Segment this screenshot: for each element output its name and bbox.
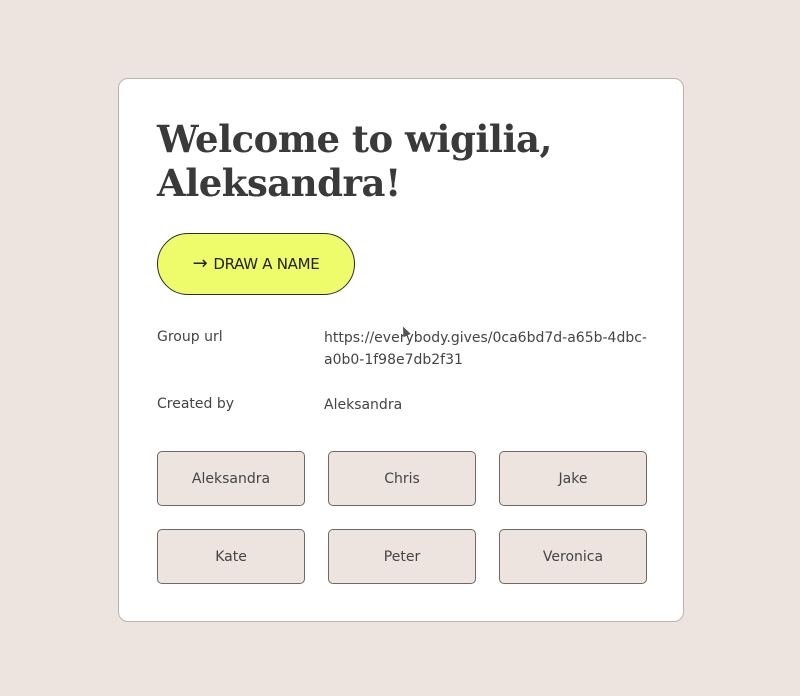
member-tile-aleksandra[interactable]: Aleksandra [157,451,305,506]
welcome-card: Welcome to wigilia, Aleksandra! → DRAW A… [118,78,684,622]
created-by-label: Created by [157,396,235,412]
member-tile-veronica[interactable]: Veronica [499,529,647,584]
member-tile-peter[interactable]: Peter [328,529,476,584]
group-url-label: Group url [157,329,223,345]
title-line-1: Welcome to wigilia, [157,117,552,161]
draw-name-button[interactable]: → DRAW A NAME [157,233,355,295]
draw-name-label: DRAW A NAME [213,255,320,273]
title-line-2: Aleksandra! [157,161,401,205]
member-tile-chris[interactable]: Chris [328,451,476,506]
group-url-value[interactable]: https://everybody.gives/0ca6bd7d-a65b-4d… [324,327,649,371]
page-title: Welcome to wigilia, Aleksandra! [157,117,552,205]
created-by-value: Aleksandra [324,397,403,413]
member-list: Aleksandra Chris Jake Kate Peter Veronic… [157,451,647,584]
member-tile-kate[interactable]: Kate [157,529,305,584]
member-tile-jake[interactable]: Jake [499,451,647,506]
arrow-right-icon: → [192,253,208,274]
